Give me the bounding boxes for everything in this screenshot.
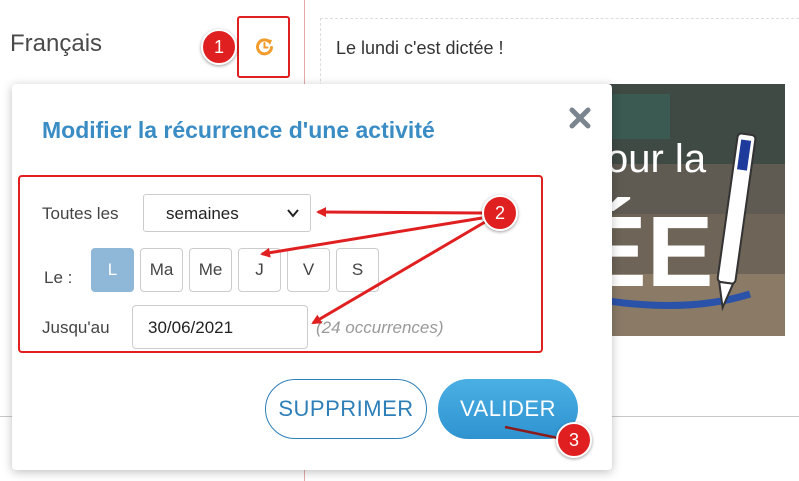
row-divider-right [612, 416, 799, 417]
recurrence-icon[interactable] [253, 34, 277, 58]
frequency-select[interactable]: semaines [143, 194, 311, 232]
chevron-down-icon [287, 209, 299, 218]
day-thursday-button[interactable]: J [238, 248, 281, 292]
frequency-value: semaines [166, 204, 239, 223]
every-label: Toutes les [42, 204, 119, 223]
until-date-input[interactable]: 30/06/2021 [132, 305, 308, 349]
close-icon[interactable] [567, 105, 593, 131]
day-saturday-button[interactable]: S [336, 248, 379, 292]
step-badge-1: 1 [201, 29, 237, 65]
subject-title: Français [10, 30, 103, 57]
recurrence-modal: Modifier la récurrence d'une activité To… [12, 84, 612, 470]
step-badge-2: 2 [482, 195, 518, 231]
day-friday-button[interactable]: V [287, 248, 330, 292]
day-monday-button[interactable]: L [91, 248, 134, 292]
activity-title: Le lundi c'est dictée ! [336, 38, 504, 58]
delete-button[interactable]: SUPPRIMER [265, 379, 427, 439]
image-text-line1: our la [606, 137, 707, 181]
days-label: Le : [44, 268, 73, 287]
occurrences-count: (24 occurrences) [316, 318, 444, 337]
validate-button[interactable]: VALIDER [438, 379, 578, 439]
row-divider-left [0, 416, 12, 417]
until-date-value: 30/06/2021 [148, 318, 234, 337]
day-tuesday-button[interactable]: Ma [140, 248, 183, 292]
modal-title: Modifier la récurrence d'une activité [42, 117, 435, 143]
step-badge-3: 3 [556, 422, 592, 458]
until-label: Jusqu'au [42, 318, 110, 337]
day-wednesday-button[interactable]: Me [189, 248, 232, 292]
